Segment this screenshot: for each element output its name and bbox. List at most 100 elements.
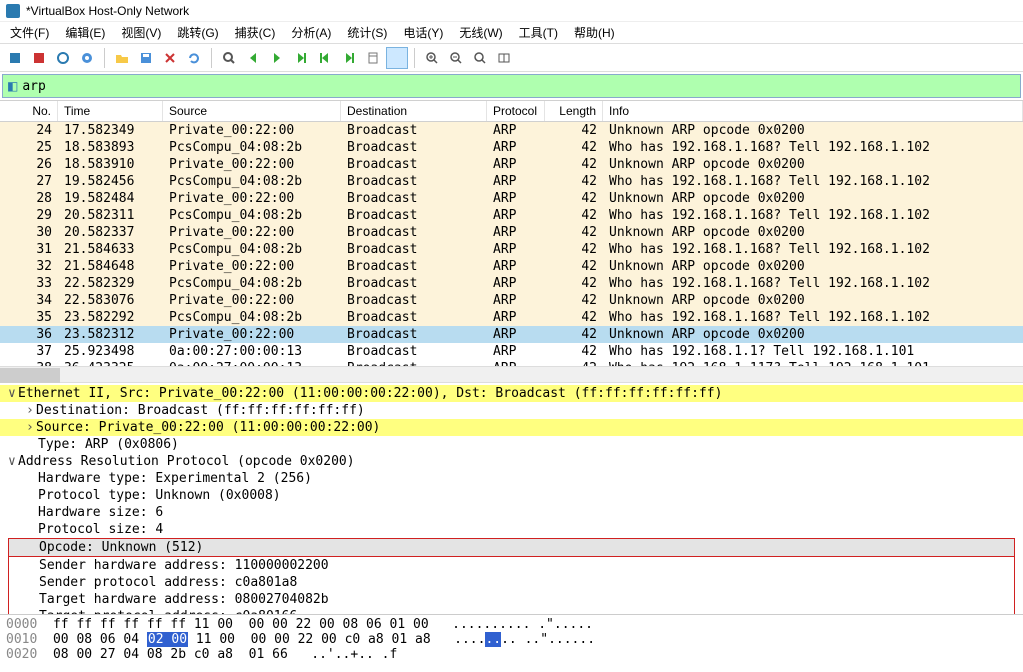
packet-row[interactable]: 3121.584633PcsCompu_04:08:2bBroadcastARP… <box>0 241 1023 258</box>
cell-col-info: Who has 192.168.1.168? Tell 192.168.1.10… <box>603 309 1023 326</box>
detail-arp-ps[interactable]: Protocol size: 4 <box>0 521 1023 538</box>
menu-0[interactable]: 文件(F) <box>2 21 57 44</box>
detail-ethernet[interactable]: ∨Ethernet II, Src: Private_00:22:00 (11:… <box>0 385 1023 402</box>
menu-2[interactable]: 视图(V) <box>113 21 169 44</box>
packet-row[interactable]: 3322.582329PcsCompu_04:08:2bBroadcastARP… <box>0 275 1023 292</box>
detail-eth-src[interactable]: ›Source: Private_00:22:00 (11:00:00:00:2… <box>0 419 1023 436</box>
colorize-button[interactable] <box>386 47 408 69</box>
stop-capture-button[interactable] <box>28 47 50 69</box>
resize-columns-button[interactable] <box>493 47 515 69</box>
menu-8[interactable]: 无线(W) <box>451 21 510 44</box>
cell-col-len: 42 <box>545 241 603 258</box>
packet-row[interactable]: 2920.582311PcsCompu_04:08:2bBroadcastARP… <box>0 207 1023 224</box>
packet-row[interactable]: 3725.9234980a:00:27:00:00:13BroadcastARP… <box>0 343 1023 360</box>
menu-1[interactable]: 编辑(E) <box>57 21 113 44</box>
cell-col-time: 20.582337 <box>58 224 163 241</box>
cell-col-src: Private_00:22:00 <box>163 224 341 241</box>
packet-row[interactable]: 2819.582484Private_00:22:00BroadcastARP4… <box>0 190 1023 207</box>
detail-arp-opcode[interactable]: Opcode: Unknown (512) <box>9 539 1014 556</box>
window-title: *VirtualBox Host-Only Network <box>26 4 189 18</box>
packet-row[interactable]: 3422.583076Private_00:22:00BroadcastARP4… <box>0 292 1023 309</box>
cell-col-proto: ARP <box>487 309 545 326</box>
zoom-in-button[interactable] <box>421 47 443 69</box>
col-header-length[interactable]: Length <box>545 101 603 121</box>
cell-col-proto: ARP <box>487 343 545 360</box>
detail-eth-dst[interactable]: ›Destination: Broadcast (ff:ff:ff:ff:ff:… <box>0 402 1023 419</box>
col-header-no[interactable]: No. <box>0 101 58 121</box>
menu-5[interactable]: 分析(A) <box>283 21 339 44</box>
auto-scroll-button[interactable] <box>362 47 384 69</box>
menu-3[interactable]: 跳转(G) <box>169 21 226 44</box>
cell-col-src: PcsCompu_04:08:2b <box>163 139 341 156</box>
menu-10[interactable]: 帮助(H) <box>566 21 623 44</box>
detail-arp[interactable]: ∨Address Resolution Protocol (opcode 0x0… <box>0 453 1023 470</box>
hex-row[interactable]: 0000 ff ff ff ff ff ff 11 00 00 00 22 00… <box>6 617 1017 632</box>
packet-list-hscroll[interactable] <box>0 366 1023 383</box>
reload-button[interactable] <box>183 47 205 69</box>
go-back-button[interactable] <box>242 47 264 69</box>
start-capture-button[interactable] <box>4 47 26 69</box>
detail-arp-tha[interactable]: Target hardware address: 08002704082b <box>9 591 1014 608</box>
packet-row[interactable]: 2618.583910Private_00:22:00BroadcastARP4… <box>0 156 1023 173</box>
detail-eth-type[interactable]: Type: ARP (0x0806) <box>0 436 1023 453</box>
cell-col-info: Unknown ARP opcode 0x0200 <box>603 326 1023 343</box>
col-header-time[interactable]: Time <box>58 101 163 121</box>
cell-col-len: 42 <box>545 258 603 275</box>
toolbar-separator <box>414 48 415 68</box>
capture-options-button[interactable] <box>76 47 98 69</box>
restart-capture-button[interactable] <box>52 47 74 69</box>
menu-4[interactable]: 捕获(C) <box>227 21 284 44</box>
hex-view[interactable]: 0000 ff ff ff ff ff ff 11 00 00 00 22 00… <box>0 614 1023 672</box>
packet-list[interactable]: 2417.582349Private_00:22:00BroadcastARP4… <box>0 122 1023 366</box>
find-packet-button[interactable] <box>218 47 240 69</box>
cell-col-info: Unknown ARP opcode 0x0200 <box>603 156 1023 173</box>
cell-col-no: 24 <box>0 122 58 139</box>
cell-col-info: Unknown ARP opcode 0x0200 <box>603 190 1023 207</box>
cell-col-no: 37 <box>0 343 58 360</box>
detail-arp-pt[interactable]: Protocol type: Unknown (0x0008) <box>0 487 1023 504</box>
col-header-proto[interactable]: Protocol <box>487 101 545 121</box>
packet-row[interactable]: 2518.583893PcsCompu_04:08:2bBroadcastARP… <box>0 139 1023 156</box>
detail-arp-sha[interactable]: Sender hardware address: 110000002200 <box>9 557 1014 574</box>
bookmark-icon[interactable]: ◧ <box>7 79 18 93</box>
hex-row[interactable]: 0020 08 00 27 04 08 2b c0 a8 01 66 ..'..… <box>6 647 1017 662</box>
go-forward-button[interactable] <box>266 47 288 69</box>
menu-6[interactable]: 统计(S) <box>339 21 395 44</box>
go-to-packet-button[interactable] <box>290 47 312 69</box>
menu-9[interactable]: 工具(T) <box>511 21 566 44</box>
packet-row[interactable]: 3221.584648Private_00:22:00BroadcastARP4… <box>0 258 1023 275</box>
col-header-source[interactable]: Source <box>163 101 341 121</box>
zoom-reset-button[interactable] <box>469 47 491 69</box>
packet-details[interactable]: ∨Ethernet II, Src: Private_00:22:00 (11:… <box>0 383 1023 614</box>
col-header-info[interactable]: Info <box>603 101 1023 121</box>
detail-arp-hw[interactable]: Hardware type: Experimental 2 (256) <box>0 470 1023 487</box>
first-packet-button[interactable] <box>314 47 336 69</box>
detail-arp-hs[interactable]: Hardware size: 6 <box>0 504 1023 521</box>
packet-row[interactable]: 3623.582312Private_00:22:00BroadcastARP4… <box>0 326 1023 343</box>
detail-arp-spa[interactable]: Sender protocol address: c0a801a8 <box>9 574 1014 591</box>
cell-col-time: 20.582311 <box>58 207 163 224</box>
hex-row[interactable]: 0010 00 08 06 04 02 00 11 00 00 00 22 00… <box>6 632 1017 647</box>
cell-col-src: PcsCompu_04:08:2b <box>163 275 341 292</box>
col-header-dest[interactable]: Destination <box>341 101 487 121</box>
cell-col-info: Unknown ARP opcode 0x0200 <box>603 122 1023 139</box>
cell-col-len: 42 <box>545 173 603 190</box>
menu-7[interactable]: 电话(Y) <box>395 21 451 44</box>
packet-row[interactable]: 3523.582292PcsCompu_04:08:2bBroadcastARP… <box>0 309 1023 326</box>
open-file-button[interactable] <box>111 47 133 69</box>
close-file-button[interactable] <box>159 47 181 69</box>
cell-col-proto: ARP <box>487 224 545 241</box>
cell-col-no: 27 <box>0 173 58 190</box>
last-packet-button[interactable] <box>338 47 360 69</box>
hscroll-thumb[interactable] <box>0 368 60 383</box>
zoom-out-button[interactable] <box>445 47 467 69</box>
packet-row[interactable]: 3020.582337Private_00:22:00BroadcastARP4… <box>0 224 1023 241</box>
cell-col-time: 21.584648 <box>58 258 163 275</box>
display-filter-input[interactable] <box>22 79 1016 94</box>
cell-col-dst: Broadcast <box>341 224 487 241</box>
packet-row[interactable]: 2719.582456PcsCompu_04:08:2bBroadcastARP… <box>0 173 1023 190</box>
save-file-button[interactable] <box>135 47 157 69</box>
cell-col-no: 33 <box>0 275 58 292</box>
display-filter-bar[interactable]: ◧ <box>2 74 1021 98</box>
packet-row[interactable]: 2417.582349Private_00:22:00BroadcastARP4… <box>0 122 1023 139</box>
